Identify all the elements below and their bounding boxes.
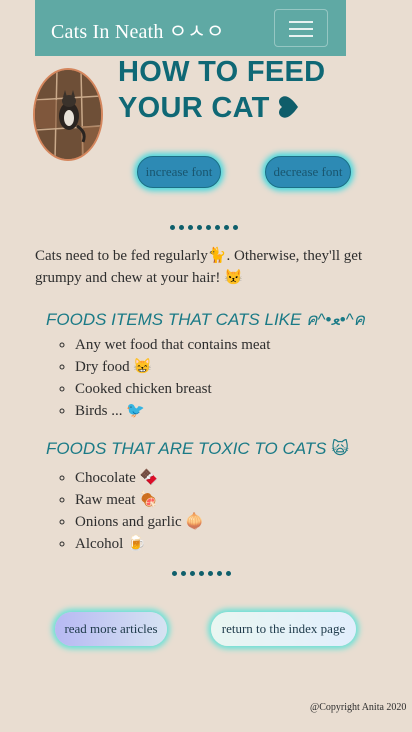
return-to-index-link[interactable]: return to the index page	[211, 612, 356, 646]
navbar-brand[interactable]: Cats In Neath ㅇㅅㅇ	[51, 15, 225, 44]
intro-paragraph: Cats need to be fed regularly🐈. Otherwis…	[35, 248, 363, 286]
increase-font-button[interactable]: increase font	[137, 156, 221, 188]
list-item: Alcohol 🍺	[75, 533, 204, 555]
hamburger-menu-icon[interactable]	[274, 9, 328, 47]
title-line-1: HOW TO FEED	[118, 56, 326, 88]
divider-dots	[172, 571, 231, 576]
cat-photo	[35, 70, 101, 159]
page-title: HOW TO FEED YOUR CAT	[118, 54, 378, 127]
list-item: Cooked chicken breast	[75, 378, 270, 400]
likes-list: Any wet food that contains meat Dry food…	[55, 334, 270, 422]
heart-icon	[276, 91, 302, 127]
decrease-font-button[interactable]: decrease font	[265, 156, 351, 188]
likes-heading: FOODS ITEMS THAT CATS LIKE ค^•ﻌ•^ค	[46, 310, 365, 329]
list-item: Onions and garlic 🧅	[75, 511, 204, 533]
list-item: Dry food 😸	[75, 356, 270, 378]
copyright-text: @Copyright Anita 2020	[310, 702, 407, 713]
toxic-heading: FOODS THAT ARE TOXIC TO CATS 🙀	[46, 439, 349, 458]
list-item: Chocolate 🍫	[75, 467, 204, 489]
list-item: Birds ... 🐦	[75, 400, 270, 422]
title-line-2: YOUR CAT	[118, 92, 270, 124]
list-item: Raw meat 🍖	[75, 489, 204, 511]
toxic-list: Chocolate 🍫 Raw meat 🍖 Onions and garlic…	[55, 467, 204, 555]
list-item: Any wet food that contains meat	[75, 334, 270, 356]
divider-dots	[170, 225, 238, 230]
read-more-articles-link[interactable]: read more articles	[55, 612, 167, 646]
navbar: Cats In Neath ㅇㅅㅇ	[35, 0, 346, 56]
